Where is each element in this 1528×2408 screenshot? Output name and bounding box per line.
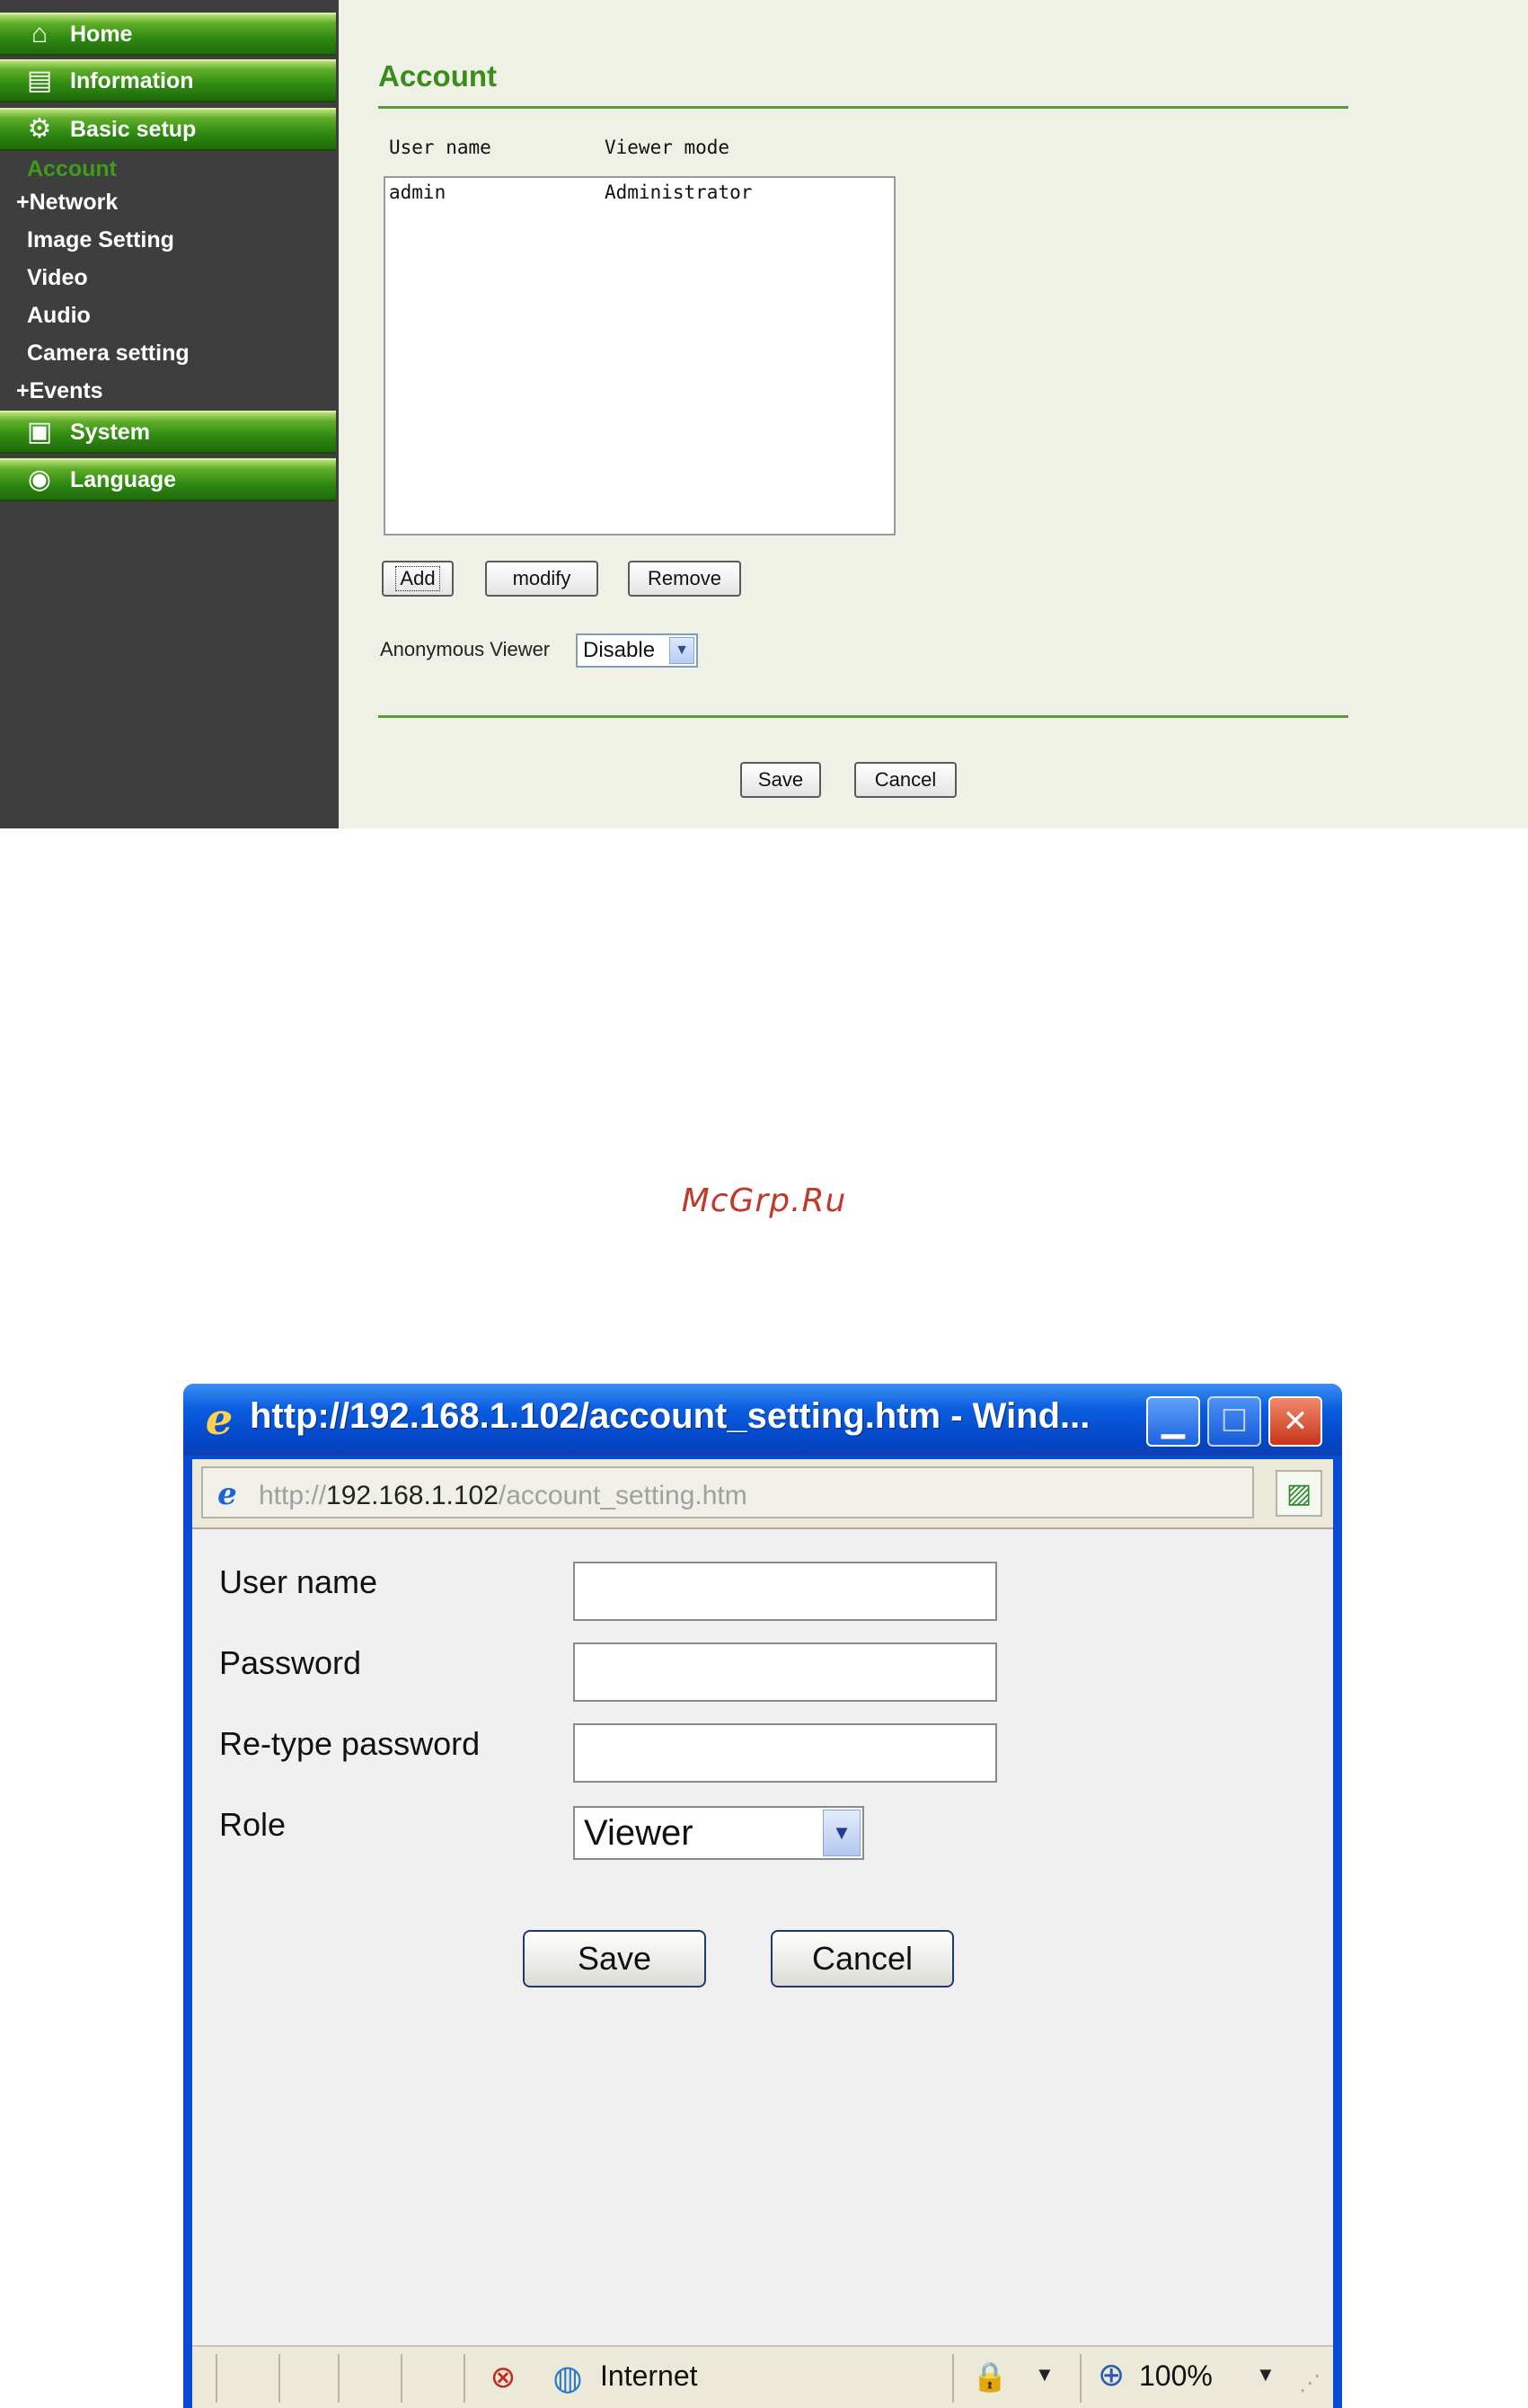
sidebar-item-basic-setup[interactable]: ⚙ Basic setup <box>0 108 336 151</box>
status-divider <box>1080 2354 1082 2403</box>
user-name-label: User name <box>219 1563 378 1600</box>
password-label: Password <box>219 1644 362 1681</box>
address-path: /account_setting.htm <box>498 1481 747 1510</box>
save-button-label: Save <box>577 1940 652 1977</box>
save-button[interactable]: Save <box>523 1930 706 1987</box>
globe-icon: ◍ <box>552 2359 583 2397</box>
window-titlebar[interactable]: e http://192.168.1.102/account_setting.h… <box>183 1384 1342 1456</box>
sidebar-item-events[interactable]: +Events <box>16 378 103 404</box>
sidebar-item-video[interactable]: Video <box>27 265 88 291</box>
retype-password-input[interactable] <box>573 1723 997 1783</box>
user-name-input[interactable] <box>573 1562 997 1621</box>
user-name-cell[interactable]: admin <box>389 181 446 203</box>
modify-button[interactable]: modify <box>485 561 598 597</box>
document-icon: ▤ <box>26 66 53 95</box>
sidebar-item-label: Home <box>70 21 133 47</box>
sidebar-item-information[interactable]: ▤ Information <box>0 59 336 102</box>
address-host: 192.168.1.102 <box>326 1481 499 1510</box>
address-prefix: http:// <box>259 1481 327 1510</box>
account-content: Account User name Viewer mode admin Admi… <box>339 0 1528 828</box>
chevron-down-icon[interactable]: ▼ <box>1035 2363 1055 2386</box>
popup-blocked-icon[interactable]: ⊗ <box>483 2358 523 2397</box>
save-button[interactable]: Save <box>740 762 821 798</box>
sidebar: ⌂ Home ▤ Information ⚙ Basic setup Accou… <box>0 0 339 828</box>
sidebar-item-network[interactable]: +Network <box>16 190 118 216</box>
column-header-viewer-mode: Viewer mode <box>605 137 730 158</box>
password-input[interactable] <box>573 1642 997 1702</box>
sidebar-item-image-setting[interactable]: Image Setting <box>27 227 174 253</box>
internet-explorer-icon: e <box>205 1394 234 1445</box>
status-divider <box>216 2354 217 2403</box>
status-divider <box>952 2354 954 2403</box>
anonymous-viewer-select[interactable]: Disable ▼ <box>576 633 698 668</box>
chevron-down-icon[interactable]: ▼ <box>1256 2363 1276 2386</box>
sidebar-item-language[interactable]: ◉ Language <box>0 458 336 501</box>
address-bar: e http://192.168.1.102/account_setting.h… <box>192 1459 1333 1527</box>
home-icon: ⌂ <box>31 19 49 49</box>
sidebar-item-home[interactable]: ⌂ Home <box>0 13 336 56</box>
maximize-icon: ☐ <box>1220 1404 1249 1439</box>
sidebar-item-label: Basic setup <box>70 116 197 142</box>
divider <box>378 106 1348 109</box>
cancel-button[interactable]: Cancel <box>854 762 957 798</box>
address-text[interactable]: http://192.168.1.102/account_setting.htm <box>259 1481 747 1511</box>
column-header-user-name: User name <box>389 137 491 158</box>
status-bar: ⊗ ◍ Internet 🔒 ▼ ⊕ 100% ▼ ⋰ <box>192 2345 1333 2408</box>
remove-button[interactable]: Remove <box>628 561 741 597</box>
zoom-level[interactable]: 100% <box>1139 2359 1213 2393</box>
page-report-icon[interactable]: ▨ <box>1276 1470 1322 1517</box>
resize-grip-icon[interactable]: ⋰ <box>1299 2370 1320 2396</box>
status-divider <box>401 2354 402 2403</box>
sidebar-item-system[interactable]: ▣ System <box>0 411 336 454</box>
close-button[interactable]: ✕ <box>1268 1396 1322 1447</box>
account-form: User name Password Re-type password Role… <box>192 1527 1333 2345</box>
minimize-icon: ▁ <box>1161 1404 1186 1439</box>
role-label: Role <box>219 1806 287 1843</box>
save-button-label: Save <box>757 768 804 791</box>
role-value: Viewer <box>584 1813 693 1853</box>
retype-password-label: Re-type password <box>219 1725 481 1762</box>
sidebar-item-label: Information <box>70 67 194 93</box>
user-list[interactable]: admin Administrator <box>384 176 896 536</box>
minimize-button[interactable]: ▁ <box>1146 1396 1200 1447</box>
zoom-icon[interactable]: ⊕ <box>1098 2356 1125 2394</box>
system-icon: ▣ <box>26 417 53 447</box>
sidebar-item-camera-setting[interactable]: Camera setting <box>27 341 190 367</box>
page-title: Account <box>378 59 497 93</box>
status-divider <box>464 2354 465 2403</box>
page-icon: e <box>217 1476 237 1512</box>
anonymous-viewer-label: Anonymous Viewer <box>380 638 551 660</box>
sidebar-item-audio[interactable]: Audio <box>27 303 91 329</box>
add-button[interactable]: Add <box>382 561 454 597</box>
camera-web-ui: ⌂ Home ▤ Information ⚙ Basic setup Accou… <box>0 0 1528 828</box>
address-field[interactable]: e http://192.168.1.102/account_setting.h… <box>201 1466 1254 1518</box>
cancel-button-label: Cancel <box>874 768 937 791</box>
status-divider <box>338 2354 340 2403</box>
protected-mode-icon[interactable]: 🔒 <box>972 2359 1008 2394</box>
close-icon: ✕ <box>1282 1404 1309 1439</box>
globe-icon: ◉ <box>27 465 52 494</box>
maximize-button[interactable]: ☐ <box>1207 1396 1261 1447</box>
cancel-button-label: Cancel <box>811 1940 914 1977</box>
security-zone[interactable]: Internet <box>600 2359 698 2393</box>
gear-icon: ⚙ <box>27 114 52 144</box>
remove-button-label: Remove <box>648 567 721 589</box>
sidebar-item-label: System <box>70 419 150 445</box>
viewer-mode-cell[interactable]: Administrator <box>605 181 752 203</box>
browser-popup-window: e http://192.168.1.102/account_setting.h… <box>183 1384 1342 2408</box>
window-title: http://192.168.1.102/account_setting.htm… <box>250 1396 1091 1436</box>
anonymous-viewer-value: Disable <box>583 638 656 662</box>
status-divider <box>278 2354 280 2403</box>
add-button-label: Add <box>395 566 440 591</box>
modify-button-label: modify <box>512 567 571 589</box>
divider <box>378 715 1348 718</box>
chevron-down-icon[interactable]: ▼ <box>823 1810 861 1856</box>
sidebar-item-account[interactable]: Account <box>27 156 117 182</box>
cancel-button[interactable]: Cancel <box>771 1930 954 1987</box>
watermark: McGrp.Ru <box>681 1182 847 1219</box>
sidebar-item-label: Language <box>70 466 177 492</box>
role-select[interactable]: Viewer ▼ <box>573 1806 864 1860</box>
chevron-down-icon[interactable]: ▼ <box>669 637 694 664</box>
